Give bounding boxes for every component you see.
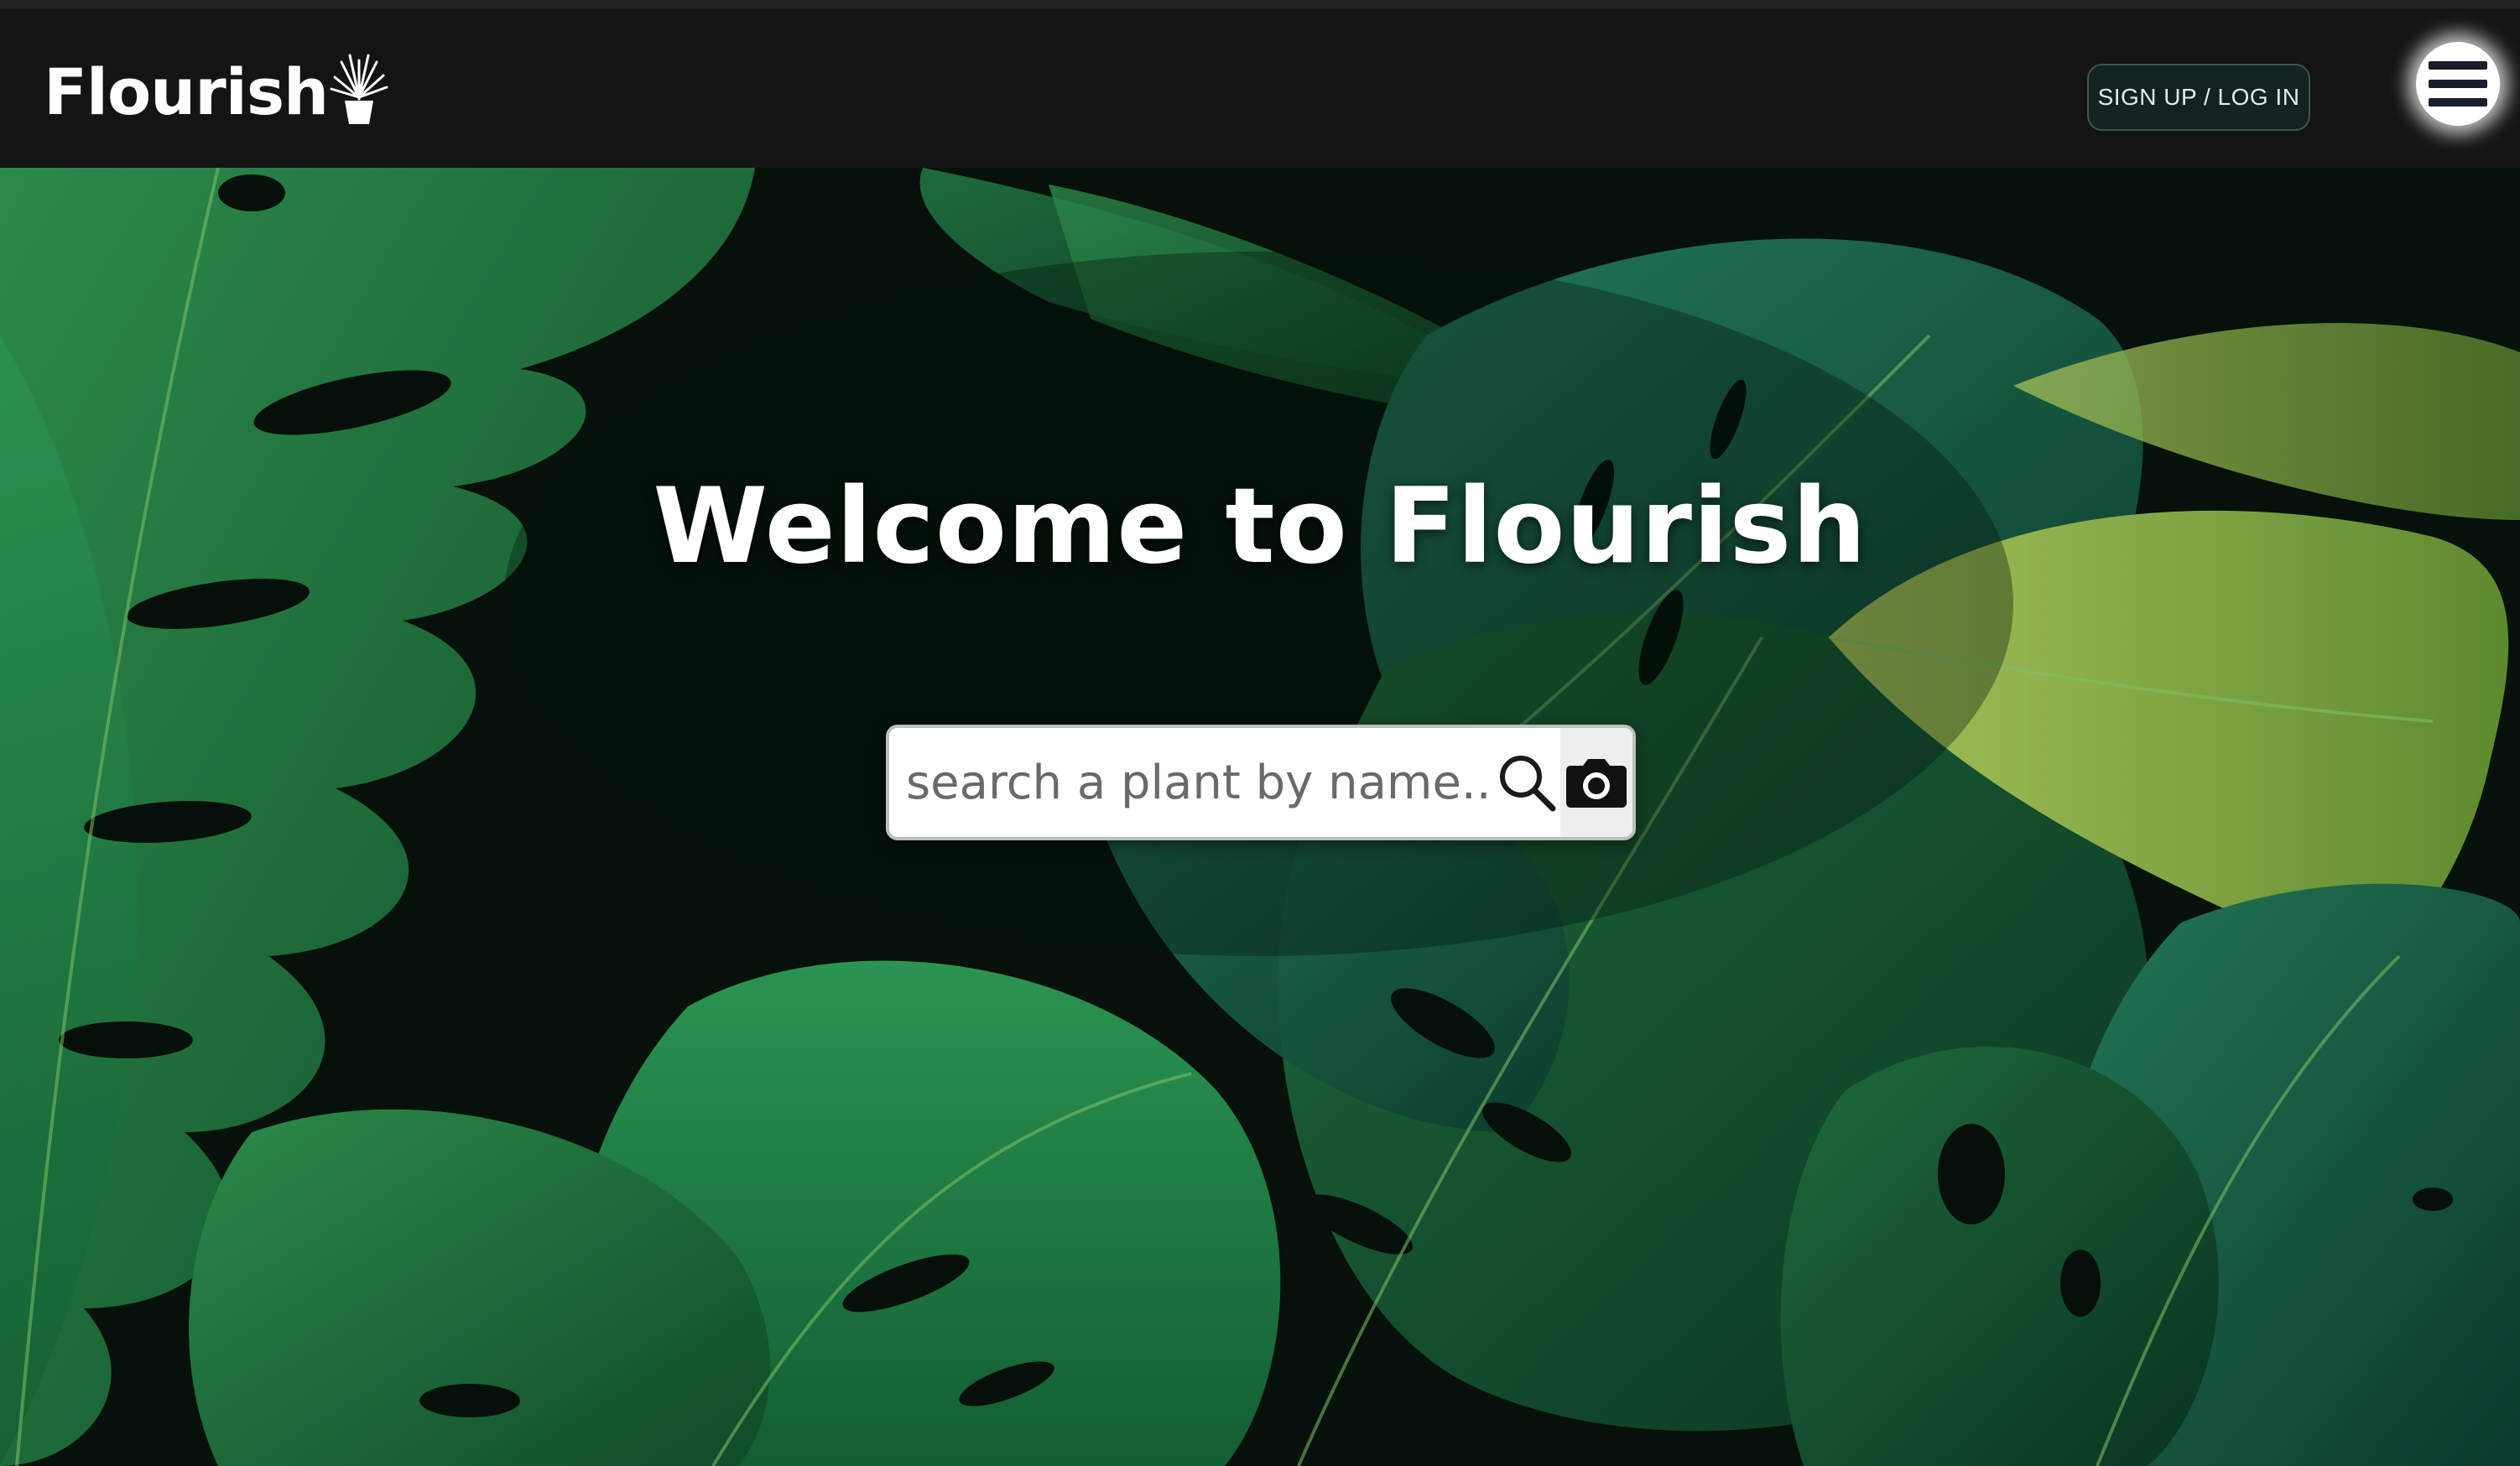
brand[interactable]: Flourish [44,49,388,133]
plant-search-bar [886,725,1636,840]
top-navigation-bar: Flourish SIGN UP / LOG IN [0,0,2520,168]
camera-icon[interactable] [1560,728,1632,837]
hero-title: Welcome to Flourish [653,466,1867,587]
hamburger-menu-icon[interactable] [2416,42,2500,126]
menu-bar-middle [2429,80,2487,88]
potted-plant-icon [330,54,388,124]
page: Flourish SIGN UP / LOG IN Welcome to Flo… [0,0,2520,1466]
magnifier-icon[interactable] [1493,728,1560,837]
brand-name: Flourish [44,55,329,129]
plant-search-input[interactable] [889,728,1493,837]
menu-bar-bottom [2429,98,2487,107]
hero-section: Welcome to Flourish [0,168,2520,1466]
menu-bar-top [2429,61,2487,70]
sign-up-login-button[interactable]: SIGN UP / LOG IN [2087,64,2310,131]
